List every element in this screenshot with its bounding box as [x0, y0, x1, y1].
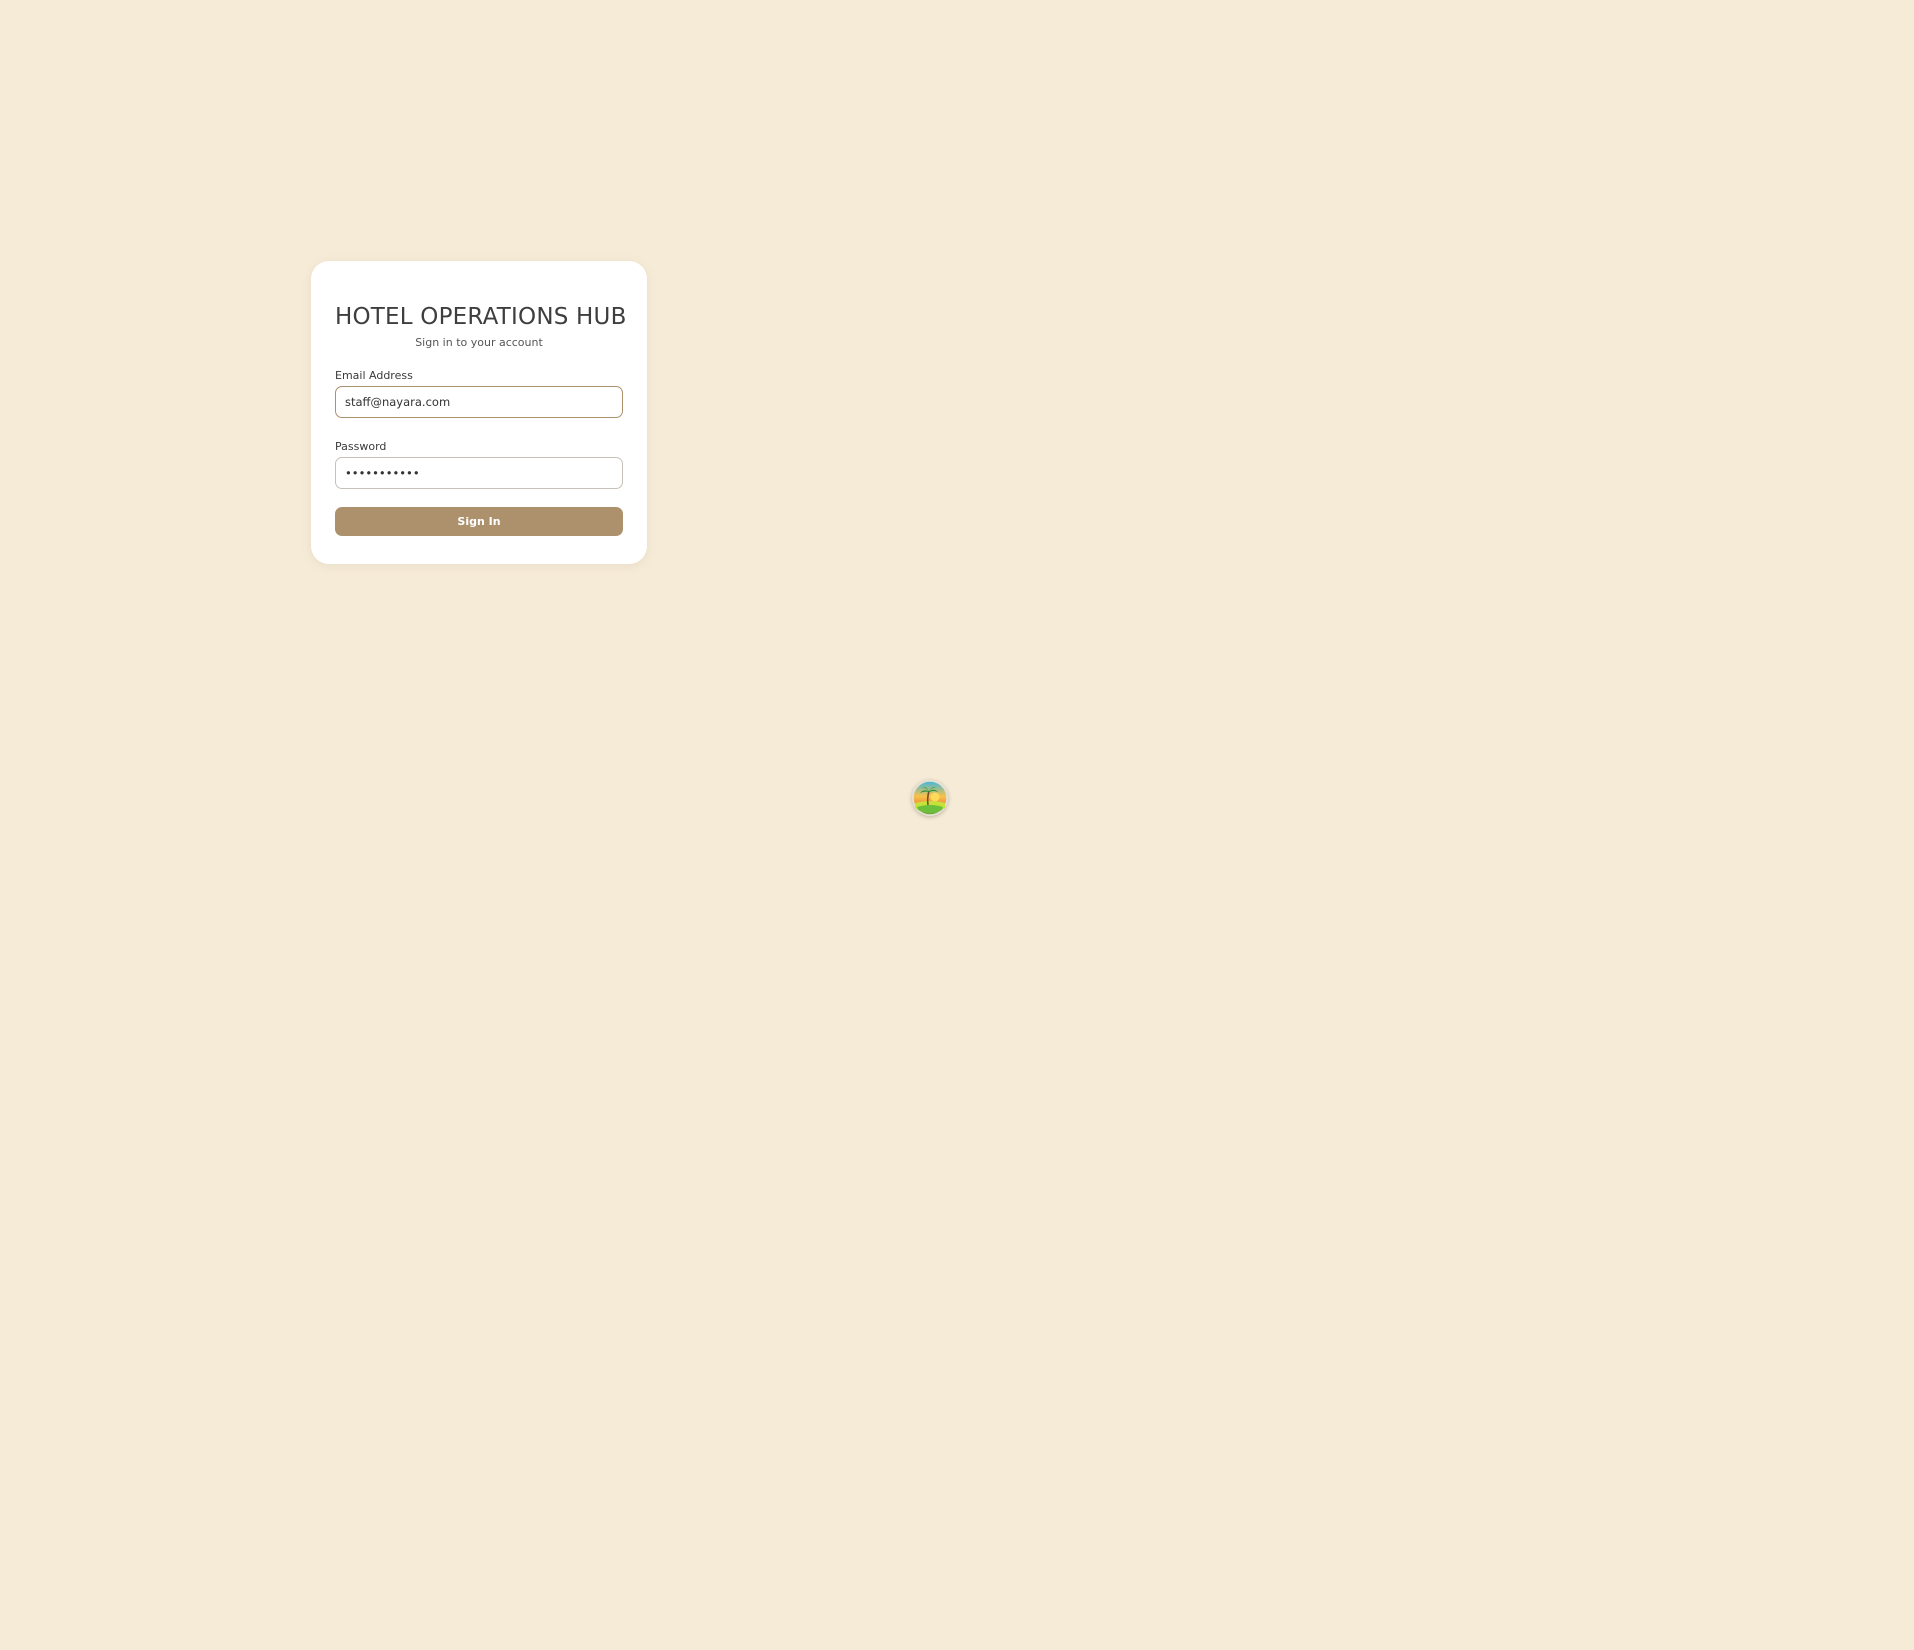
page-subtitle: Sign in to your account [415, 336, 543, 349]
login-page: HOTEL OPERATIONS HUB Sign in to your acc… [0, 0, 1914, 1650]
password-field[interactable] [335, 457, 623, 489]
palm-beach-sunset-icon [912, 780, 948, 816]
login-card: HOTEL OPERATIONS HUB Sign in to your acc… [311, 261, 647, 564]
page-title: HOTEL OPERATIONS HUB [335, 304, 627, 330]
sign-in-button[interactable]: Sign In [335, 507, 623, 536]
password-label: Password [335, 440, 387, 453]
floating-assistant-button[interactable] [912, 780, 948, 816]
email-field[interactable] [335, 386, 623, 418]
email-label: Email Address [335, 369, 413, 382]
